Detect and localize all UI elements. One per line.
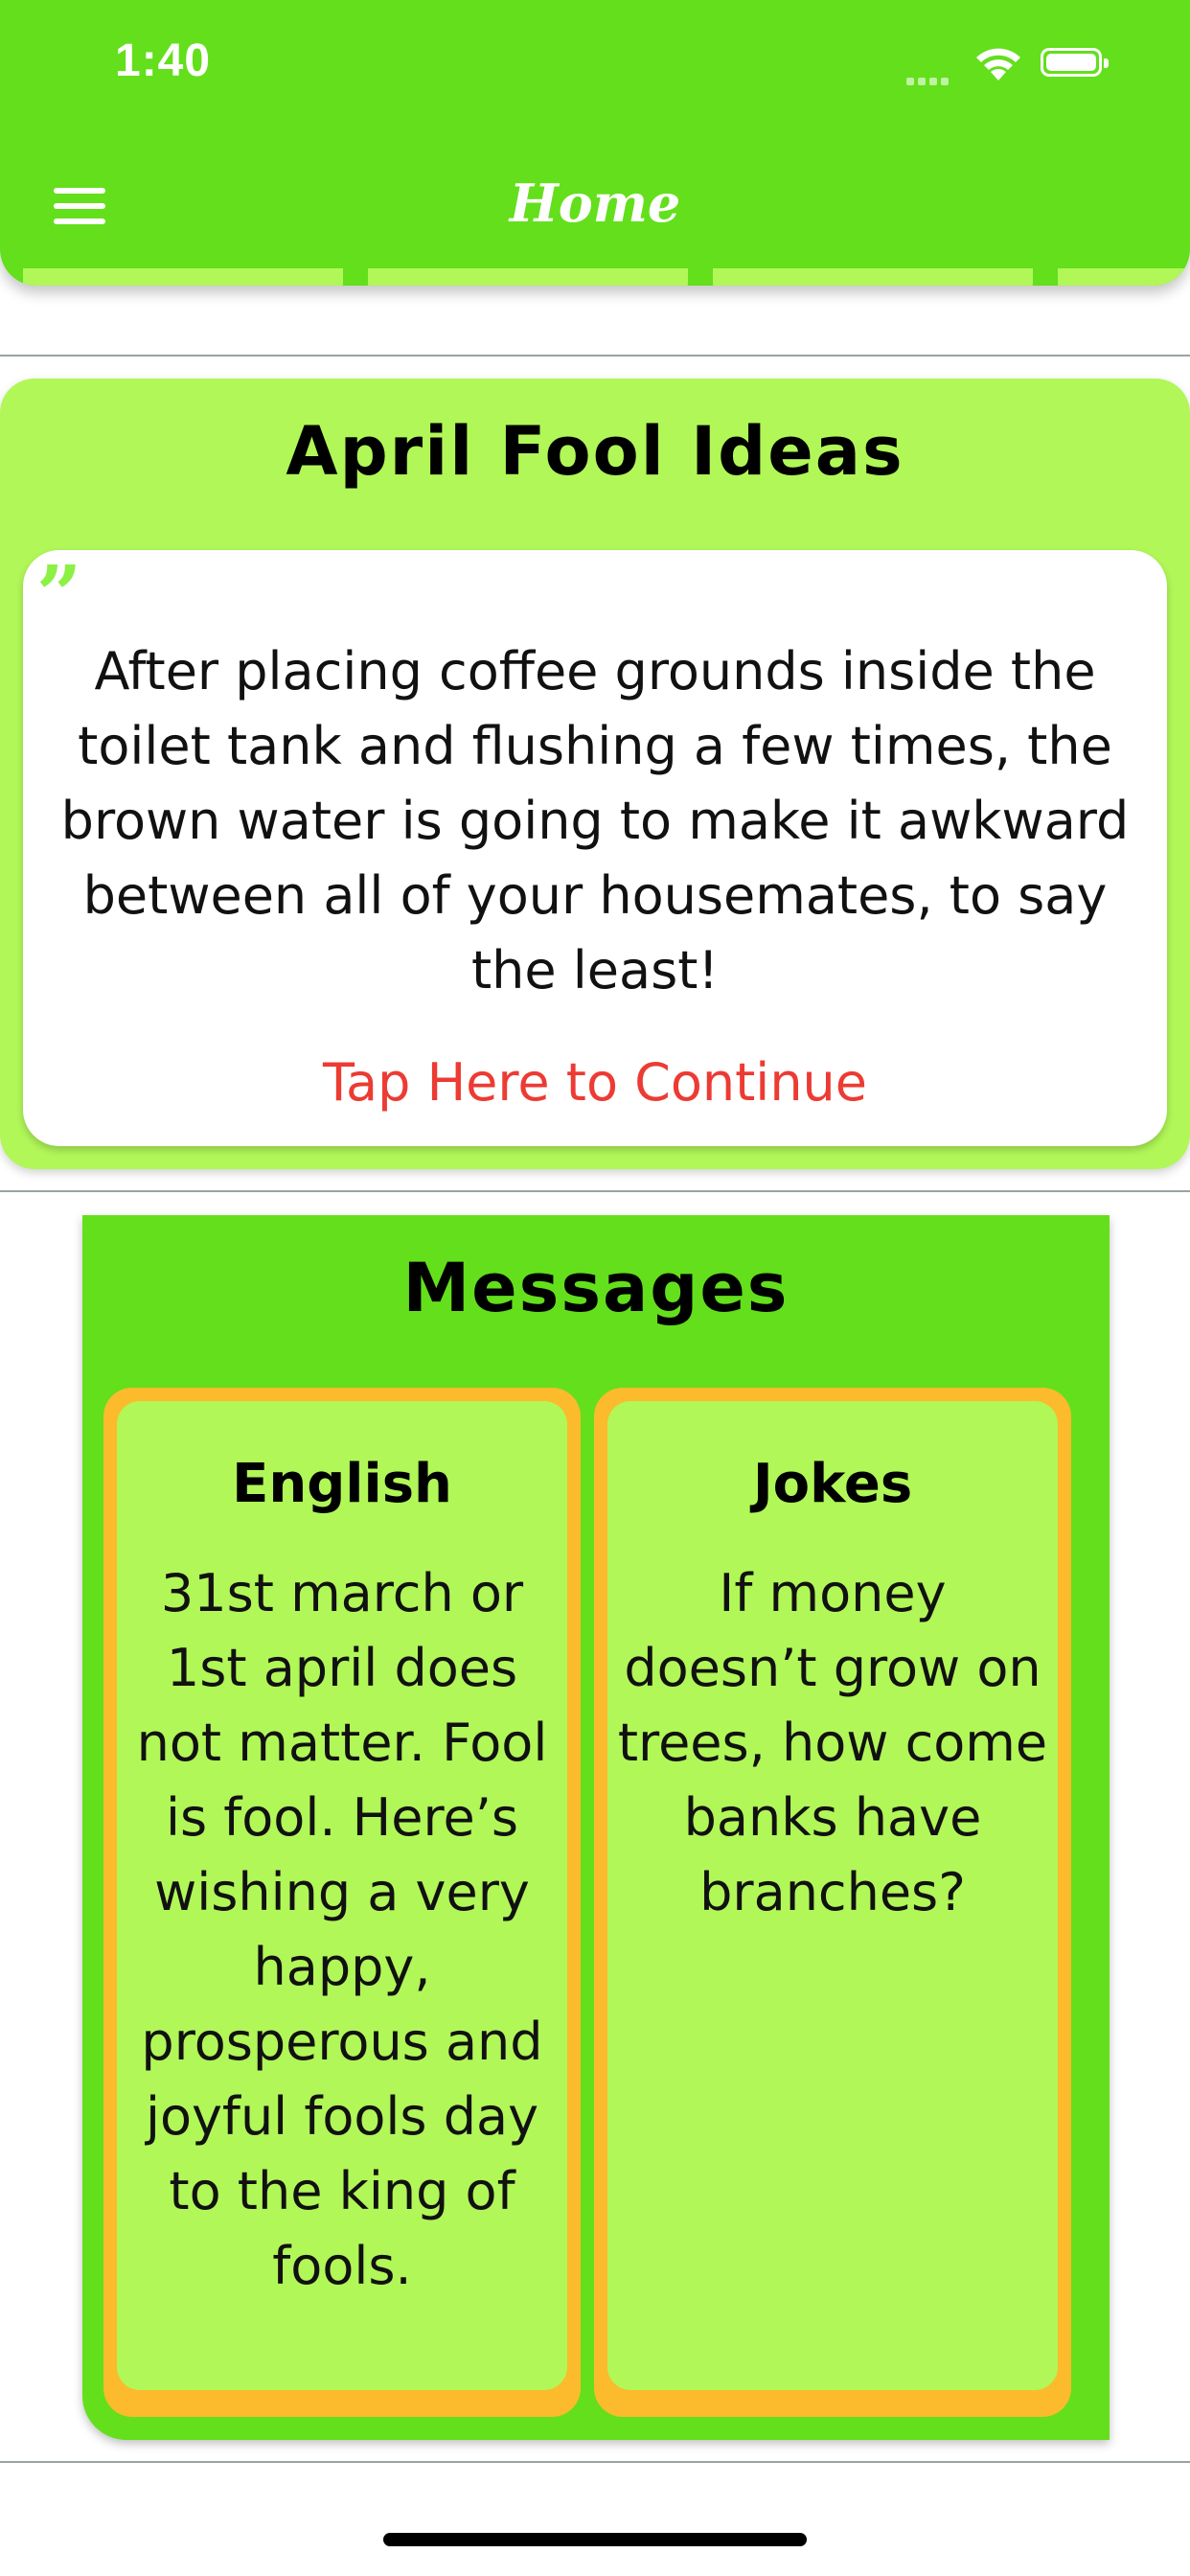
message-card-inner: English 31st march or 1st april does not… <box>117 1401 567 2390</box>
idea-quote-text: After placing coffee grounds inside the … <box>60 641 1130 1000</box>
message-card-body: If money doesn’t grow on trees, how come… <box>617 1563 1048 1922</box>
category-tab[interactable] <box>368 268 688 286</box>
status-time: 1:40 <box>115 35 212 86</box>
section-divider <box>0 355 1190 356</box>
message-card-inner: Jokes If money doesn’t grow on trees, ho… <box>607 1401 1058 2390</box>
status-icons <box>906 42 1127 85</box>
app-header: 1:40 Home <box>0 0 1190 286</box>
page-title: Home <box>509 172 681 234</box>
section-divider <box>0 1190 1190 1192</box>
ideas-title: April Fool Ideas <box>286 412 904 491</box>
category-tab[interactable] <box>1058 268 1190 286</box>
message-card-heading: Jokes <box>752 1453 913 1515</box>
battery-icon <box>1041 48 1109 77</box>
category-tab[interactable] <box>23 268 343 286</box>
quote-icon: ” <box>36 549 82 641</box>
cellular-signal-icon <box>906 71 952 89</box>
message-card-english[interactable]: English 31st march or 1st april does not… <box>103 1388 581 2417</box>
message-card-heading: English <box>232 1453 452 1515</box>
continue-link[interactable]: Tap Here to Continue <box>23 1052 1167 1113</box>
section-divider <box>0 2461 1190 2463</box>
message-card-jokes[interactable]: Jokes If money doesn’t grow on trees, ho… <box>594 1388 1071 2417</box>
wifi-icon <box>976 48 1020 80</box>
message-card-body: 31st march or 1st april does not matter.… <box>136 1563 548 2296</box>
messages-title: Messages <box>402 1249 790 1327</box>
category-tab[interactable] <box>713 268 1033 286</box>
home-indicator[interactable] <box>383 2533 807 2546</box>
